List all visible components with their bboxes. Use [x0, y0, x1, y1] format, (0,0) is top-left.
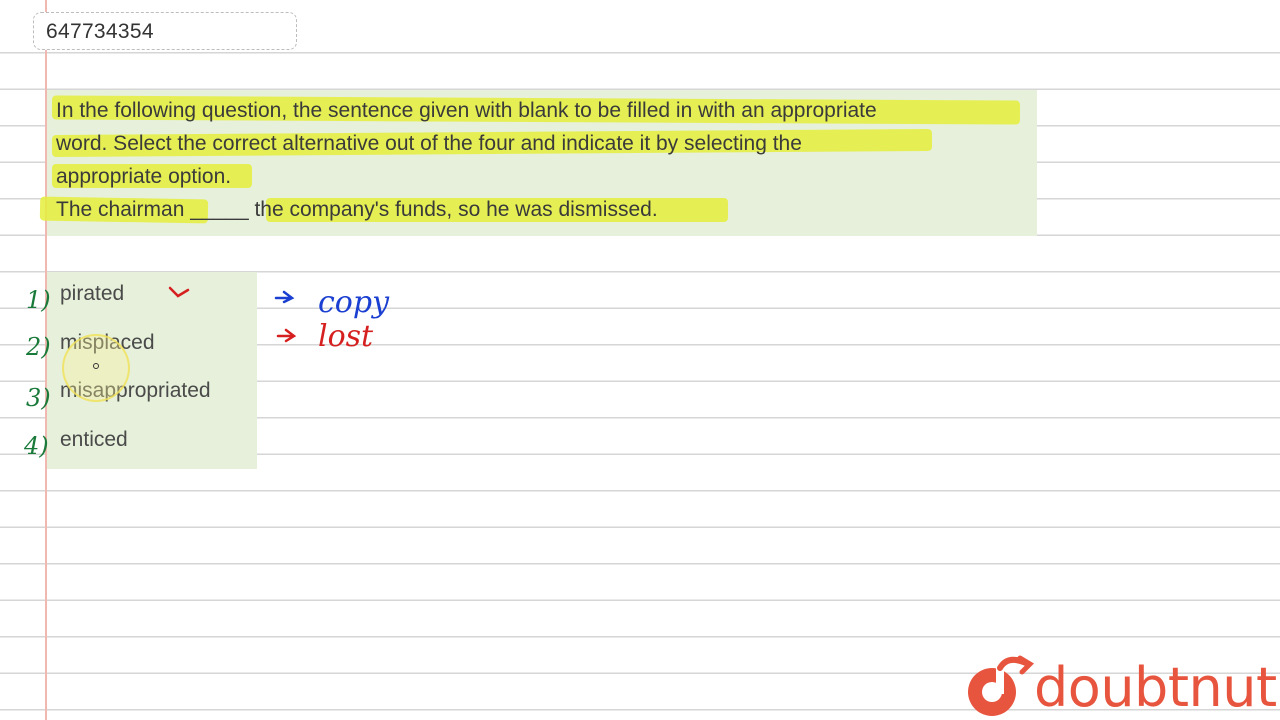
check-mark-icon	[168, 286, 190, 298]
doubtnut-logo[interactable]: doubtnut	[962, 650, 1280, 720]
handwritten-annotations: copy lost	[168, 285, 390, 354]
doubtnut-wordmark: doubtnut	[1034, 656, 1277, 719]
annotation-copy: copy	[318, 285, 390, 320]
annotation-lost: lost	[318, 319, 374, 354]
arrow-right-icon	[274, 290, 295, 304]
arrow-right-icon	[276, 328, 297, 343]
doubtnut-logo-icon	[968, 655, 1034, 716]
